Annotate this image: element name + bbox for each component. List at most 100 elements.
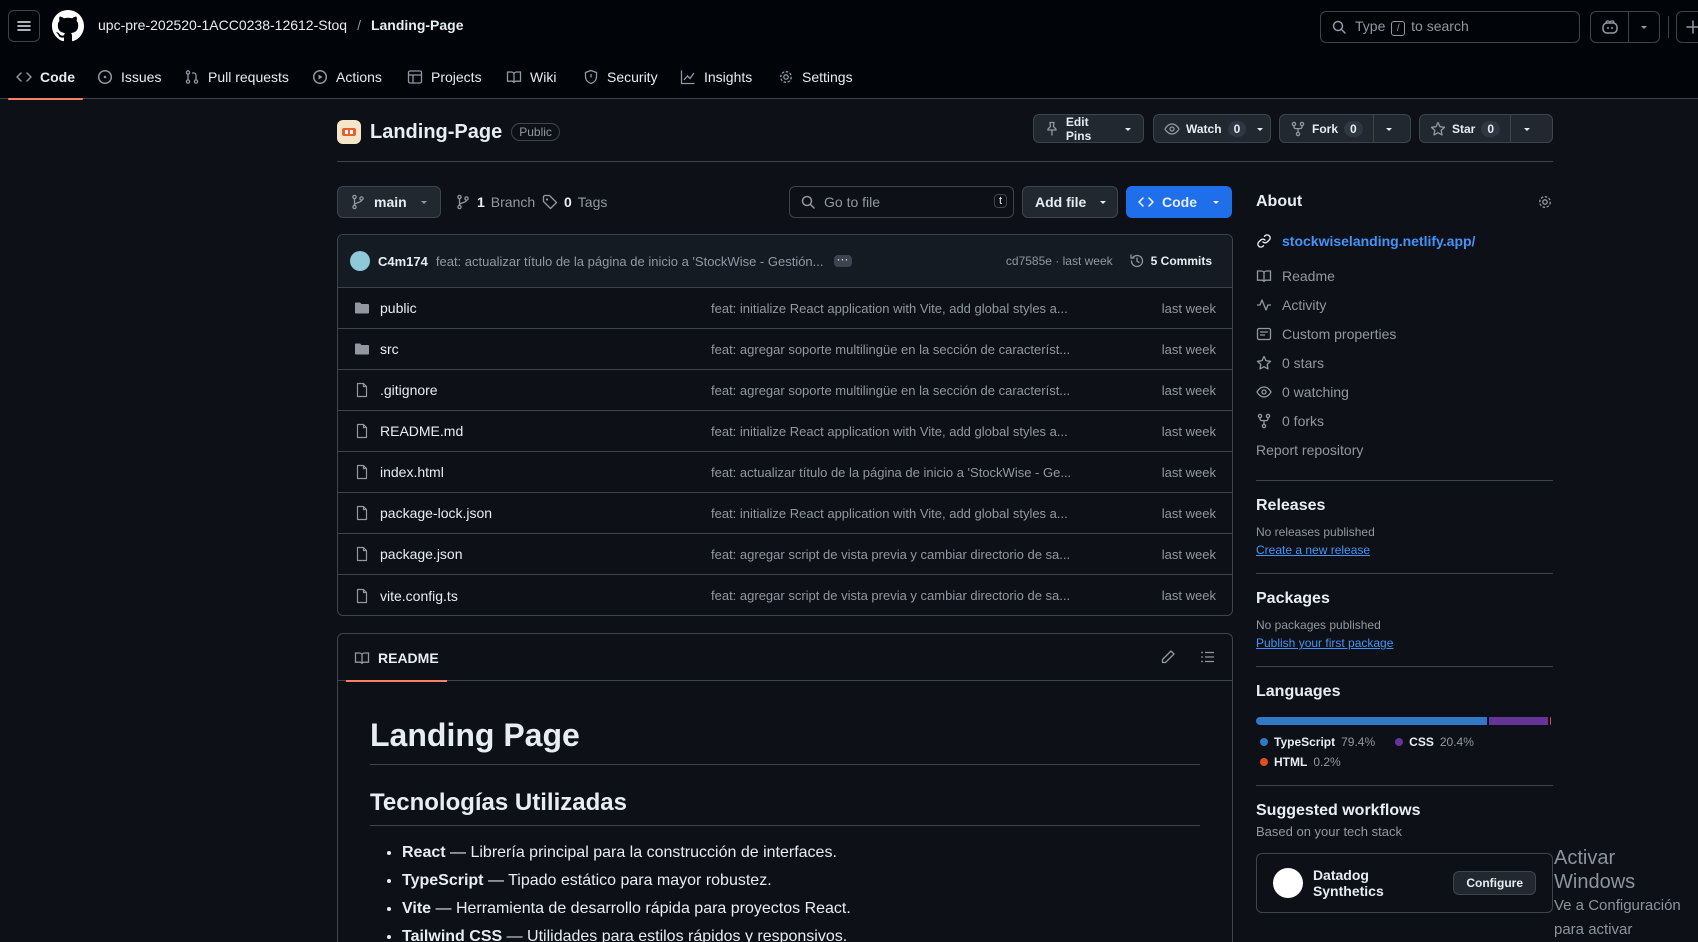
- file-row[interactable]: package-lock.json feat: initialize React…: [338, 493, 1232, 534]
- watch-dropdown[interactable]: [1250, 115, 1270, 142]
- commits-link[interactable]: 5 Commits: [1129, 253, 1212, 269]
- copilot-button[interactable]: [1590, 11, 1660, 43]
- fork-button[interactable]: Fork 0: [1280, 115, 1373, 142]
- file-row[interactable]: package.json feat: agregar script de vis…: [338, 534, 1232, 575]
- edit-pins-button[interactable]: Edit Pins: [1033, 114, 1144, 143]
- file-row[interactable]: .gitignore feat: agregar soporte multili…: [338, 370, 1232, 411]
- file-commit-message[interactable]: feat: actualizar título de la página de …: [711, 465, 1071, 480]
- tab-pull-requests[interactable]: Pull requests: [184, 54, 289, 99]
- file-row[interactable]: public feat: initialize React applicatio…: [338, 288, 1232, 329]
- add-file-button[interactable]: Add file: [1022, 186, 1118, 218]
- tab-label: Code: [40, 68, 75, 85]
- go-to-file-shortcut: t: [993, 194, 1007, 208]
- pull-request-icon: [185, 69, 199, 84]
- tab-wiki[interactable]: Wiki: [506, 54, 556, 99]
- avatar[interactable]: [350, 251, 370, 271]
- tab-actions[interactable]: Actions: [312, 54, 382, 99]
- chevron-down-icon: [1523, 127, 1530, 131]
- repo-name[interactable]: Landing-Page: [370, 121, 502, 144]
- tab-code[interactable]: Code: [8, 54, 83, 100]
- workflows-subtitle: Based on your tech stack: [1256, 824, 1402, 839]
- forks-link[interactable]: 0 forks: [1256, 406, 1553, 435]
- owner-link[interactable]: upc-pre-202520-1ACC0238-12612-Stoq: [98, 17, 347, 33]
- file-commit-message[interactable]: feat: agregar script de vista previa y c…: [711, 547, 1070, 562]
- file-row[interactable]: src feat: agregar soporte multilingüe en…: [338, 329, 1232, 370]
- tab-projects[interactable]: Projects: [407, 54, 482, 99]
- publish-package-link[interactable]: Publish your first package: [1256, 636, 1553, 650]
- branch-selector[interactable]: main: [337, 186, 441, 218]
- tab-insights[interactable]: Insights: [680, 54, 752, 99]
- file-commit-message[interactable]: feat: agregar soporte multilingüe en la …: [711, 383, 1070, 398]
- file-name[interactable]: package.json: [380, 546, 463, 562]
- windows-activation-watermark: Activar Windows Ve a Configuración para …: [1554, 846, 1698, 942]
- star-button[interactable]: Star 0: [1420, 115, 1510, 142]
- readme-tab[interactable]: README: [346, 634, 447, 682]
- repo-owner-avatar[interactable]: [337, 120, 361, 144]
- file-commit-message[interactable]: feat: agregar soporte multilingüe en la …: [711, 342, 1070, 357]
- gear-icon[interactable]: [1537, 194, 1553, 210]
- code-button[interactable]: Code: [1126, 186, 1232, 218]
- configure-button[interactable]: Configure: [1453, 871, 1536, 895]
- language-item[interactable]: TypeScript 79.4%: [1260, 735, 1375, 749]
- language-item[interactable]: CSS 20.4%: [1395, 735, 1474, 749]
- tab-settings[interactable]: Settings: [778, 54, 853, 99]
- file-name[interactable]: public: [380, 300, 417, 316]
- file-icon: [354, 505, 370, 521]
- create-release-link[interactable]: Create a new release: [1256, 543, 1553, 557]
- star-button-group: Star 0: [1419, 114, 1553, 143]
- repo-link[interactable]: Landing-Page: [371, 17, 464, 33]
- divider: [1256, 573, 1553, 574]
- homepage-link[interactable]: stockwiselanding.netlify.app/: [1256, 226, 1553, 255]
- file-name[interactable]: package-lock.json: [380, 505, 492, 521]
- file-name[interactable]: index.html: [380, 464, 444, 480]
- language-bar: [1256, 717, 1553, 725]
- file-commit-message[interactable]: feat: agregar script de vista previa y c…: [711, 588, 1070, 603]
- fork-dropdown[interactable]: [1372, 115, 1405, 142]
- workflow-name: Datadog Synthetics: [1312, 867, 1384, 899]
- watching-link[interactable]: 0 watching: [1256, 377, 1553, 406]
- file-name[interactable]: .gitignore: [380, 382, 438, 398]
- file-row[interactable]: README.md feat: initialize React applica…: [338, 411, 1232, 452]
- about-heading: About: [1256, 193, 1303, 210]
- custom-properties-link[interactable]: Custom properties: [1256, 319, 1553, 348]
- language-item[interactable]: HTML 0.2%: [1260, 755, 1553, 769]
- pencil-icon[interactable]: [1160, 649, 1176, 665]
- tab-issues[interactable]: Issues: [97, 54, 161, 99]
- releases-heading[interactable]: Releases: [1256, 497, 1553, 515]
- file-name[interactable]: README.md: [380, 423, 463, 439]
- tab-security[interactable]: Security: [583, 54, 658, 99]
- activity-link[interactable]: Activity: [1256, 290, 1553, 319]
- file-row[interactable]: vite.config.ts feat: agregar script de v…: [338, 575, 1232, 615]
- packages-heading[interactable]: Packages: [1256, 590, 1553, 608]
- readme-link[interactable]: Readme: [1256, 261, 1553, 290]
- stars-link[interactable]: 0 stars: [1256, 348, 1553, 377]
- expand-commit-button[interactable]: ···: [833, 253, 852, 267]
- play-icon: [312, 69, 328, 84]
- commit-hash[interactable]: cd7585e: [1006, 254, 1052, 268]
- divider: [1256, 666, 1553, 667]
- github-logo-icon[interactable]: [52, 10, 84, 42]
- branch-icon: [352, 194, 364, 210]
- file-commit-message[interactable]: feat: initialize React application with …: [711, 506, 1068, 521]
- list-icon[interactable]: [1200, 649, 1216, 665]
- go-to-file-input[interactable]: Go to file t: [789, 186, 1014, 218]
- create-new-button[interactable]: [1676, 11, 1698, 43]
- file-commit-message[interactable]: feat: initialize React application with …: [711, 301, 1068, 316]
- menu-button[interactable]: [8, 10, 40, 42]
- watch-button[interactable]: Watch 0: [1153, 114, 1271, 143]
- file-time: last week: [1161, 423, 1216, 439]
- commit-author[interactable]: C4m174: [378, 254, 428, 269]
- branches-link[interactable]: 1 Branch: [455, 186, 535, 218]
- file-row[interactable]: index.html feat: actualizar título de la…: [338, 452, 1232, 493]
- tags-link[interactable]: 0 Tags: [542, 186, 607, 218]
- watching-label: 0 watching: [1282, 383, 1349, 400]
- book-icon: [354, 651, 370, 664]
- file-name[interactable]: src: [380, 341, 399, 357]
- file-commit-message[interactable]: feat: initialize React application with …: [711, 424, 1068, 439]
- search-input[interactable]: Type / to search: [1320, 11, 1580, 43]
- file-name[interactable]: vite.config.ts: [380, 588, 458, 604]
- commit-message[interactable]: feat: actualizar título de la página de …: [436, 254, 824, 269]
- star-dropdown[interactable]: [1510, 115, 1542, 142]
- report-repository-link[interactable]: Report repository: [1256, 435, 1553, 464]
- language-name: CSS: [1409, 735, 1434, 749]
